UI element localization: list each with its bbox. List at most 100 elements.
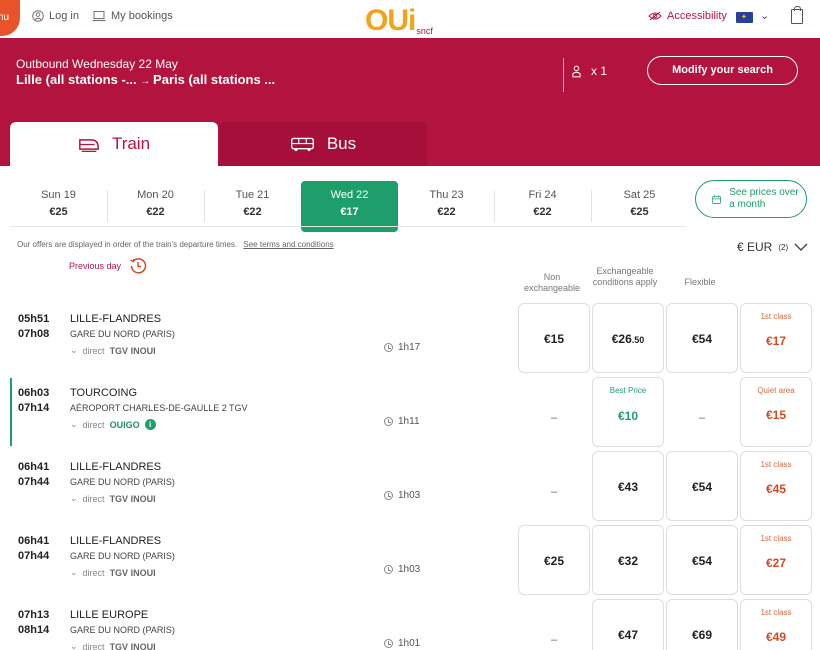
fare-first-class[interactable]: 1st class €49: [740, 599, 812, 650]
chevron-down-icon: ⌄: [70, 567, 78, 577]
tab-train-label: Train: [111, 134, 151, 153]
chevron-down-icon: ⌄: [70, 641, 78, 650]
fare-price: €69: [691, 628, 713, 642]
oui-sncf-logo[interactable]: OUi sncf: [365, 2, 433, 38]
currency-selector[interactable]: € EUR (2): [737, 240, 808, 254]
destination-station: GARE DU NORD (PARIS): [70, 625, 175, 635]
fare-first-class[interactable]: 1st class €17: [740, 303, 812, 373]
fare-flexible[interactable]: €54: [666, 451, 738, 521]
logo-text: OUi: [365, 4, 416, 37]
my-bookings-label: My bookings: [111, 10, 173, 22]
arrival-time: 07h44: [18, 550, 50, 562]
tab-bus-label: Bus: [326, 134, 357, 153]
info-icon[interactable]: i: [144, 419, 156, 430]
fare-price: €10: [617, 409, 639, 423]
journey-details-toggle[interactable]: ⌄ direct OUIGO i: [70, 419, 156, 430]
date-day: Sat 25: [623, 189, 656, 201]
journey-row[interactable]: 06h41 07h44 LILLE-FLANDRES GARE DU NORD …: [0, 448, 820, 522]
date-price: €22: [243, 206, 262, 218]
fare-flexible[interactable]: €69: [666, 599, 738, 650]
departure-time: 06h03: [18, 387, 50, 399]
date-option[interactable]: Sat 25 €25: [591, 181, 688, 232]
journey-type: direct: [82, 567, 105, 578]
date-option[interactable]: Mon 20 €22: [107, 181, 204, 232]
fare-label: Quiet area: [757, 386, 795, 395]
fare-price: €54: [691, 480, 713, 494]
journey-details-toggle[interactable]: ⌄ direct TGV INOUI: [70, 567, 156, 578]
journey-details-toggle[interactable]: ⌄ direct TGV INOUI: [70, 493, 156, 504]
duration-label: 1h01: [398, 638, 421, 649]
arrival-time: 07h44: [18, 476, 50, 488]
terms-link[interactable]: See terms and conditions: [243, 240, 333, 249]
laptop-icon: [92, 11, 106, 22]
date-price: €25: [49, 206, 68, 218]
my-bookings-link[interactable]: My bookings: [92, 10, 173, 22]
tab-train[interactable]: Train: [10, 122, 218, 166]
journey-type: direct: [82, 345, 105, 356]
user-circle-icon: [32, 10, 44, 22]
see-prices-month-button[interactable]: See prices over a month: [695, 180, 807, 218]
fare-price: €15: [543, 332, 565, 346]
fare-label: 1st class: [760, 460, 792, 469]
date-option[interactable]: Thu 23 €22: [398, 181, 495, 232]
eu-flag-icon[interactable]: [736, 12, 753, 23]
departure-time: 06h41: [18, 535, 50, 547]
fare-non-exchangeable[interactable]: €25: [518, 525, 590, 595]
date-option[interactable]: Sun 19 €25: [10, 181, 107, 232]
fare-price: €17: [765, 334, 787, 348]
fare-exchangeable[interactable]: €26.50: [592, 303, 664, 373]
previous-day-link[interactable]: Previous day: [69, 257, 147, 275]
column-header-flexible: Flexible: [684, 277, 716, 287]
duration-label: 1h03: [398, 564, 421, 575]
previous-day-label: Previous day: [69, 261, 122, 271]
fare-quiet-area[interactable]: Quiet area €15: [740, 377, 812, 447]
fare-exchangeable-best-price[interactable]: Best Price €10: [592, 377, 664, 447]
see-prices-label: See prices over a month: [729, 187, 799, 210]
passenger-count-label: x 1: [591, 64, 608, 78]
tab-bus[interactable]: Bus: [219, 122, 427, 166]
origin-station: TOURCOING: [70, 387, 138, 399]
clock-icon: [384, 417, 393, 426]
journey-details-toggle[interactable]: ⌄ direct TGV INOUI: [70, 345, 156, 356]
fare-first-class[interactable]: 1st class €27: [740, 525, 812, 595]
fare-exchangeable[interactable]: €43: [592, 451, 664, 521]
route-summary: Lille (all stations -... → Paris (all st…: [16, 72, 275, 87]
offers-note: Our offers are displayed in order of the…: [17, 240, 334, 249]
outbound-date: Outbound Wednesday 22 May: [16, 57, 178, 71]
login-link[interactable]: Log in: [32, 10, 79, 22]
date-option[interactable]: Tue 21 €22: [204, 181, 301, 232]
origin-station: LILLE-FLANDRES: [70, 535, 162, 547]
journey-row[interactable]: 06h41 07h44 LILLE-FLANDRES GARE DU NORD …: [0, 522, 820, 596]
origin: Lille (all stations -...: [16, 72, 137, 87]
journey-row[interactable]: 07h13 08h14 LILLE EUROPE GARE DU NORD (P…: [0, 596, 820, 650]
fare-flexible[interactable]: €54: [666, 525, 738, 595]
fare-price: €54: [691, 554, 713, 568]
date-option[interactable]: Fri 24 €22: [494, 181, 591, 232]
fare-price: €15: [765, 408, 787, 422]
fare-first-class[interactable]: 1st class €45: [740, 451, 812, 521]
fare-flexible[interactable]: €54: [666, 303, 738, 373]
bus-icon: [290, 137, 314, 151]
train-brand: TGV INOUI: [109, 567, 156, 578]
journey-row[interactable]: 05h51 07h08 LILLE-FLANDRES GARE DU NORD …: [0, 300, 820, 374]
train-brand: TGV INOUI: [109, 493, 156, 504]
fare-exchangeable[interactable]: €47: [592, 599, 664, 650]
fare-price: €27: [765, 556, 787, 570]
arrival-time: 07h08: [18, 328, 50, 340]
modify-search-button[interactable]: Modify your search: [647, 56, 798, 85]
logo-subtext: sncf: [416, 26, 433, 36]
basket-icon[interactable]: [791, 6, 803, 24]
fare-non-exchangeable[interactable]: €15: [518, 303, 590, 373]
journey-details-toggle[interactable]: ⌄ direct TGV INOUI: [70, 641, 156, 650]
chevron-down-icon[interactable]: ⌄: [760, 9, 769, 22]
date-option-selected[interactable]: Wed 22 €17: [301, 181, 398, 232]
date-price: €22: [437, 206, 456, 218]
journey-type: direct: [82, 419, 105, 430]
accessibility-link[interactable]: Accessibility: [648, 10, 727, 22]
fare-exchangeable[interactable]: €32: [592, 525, 664, 595]
journey-row-selected[interactable]: 06h03 07h14 TOURCOING AÉROPORT CHARLES-D…: [0, 374, 820, 448]
menu-button[interactable]: nu: [0, 0, 20, 36]
date-day: Sun 19: [41, 189, 76, 201]
journey-duration: 1h17: [384, 342, 420, 353]
origin-station: LILLE EUROPE: [70, 609, 149, 621]
